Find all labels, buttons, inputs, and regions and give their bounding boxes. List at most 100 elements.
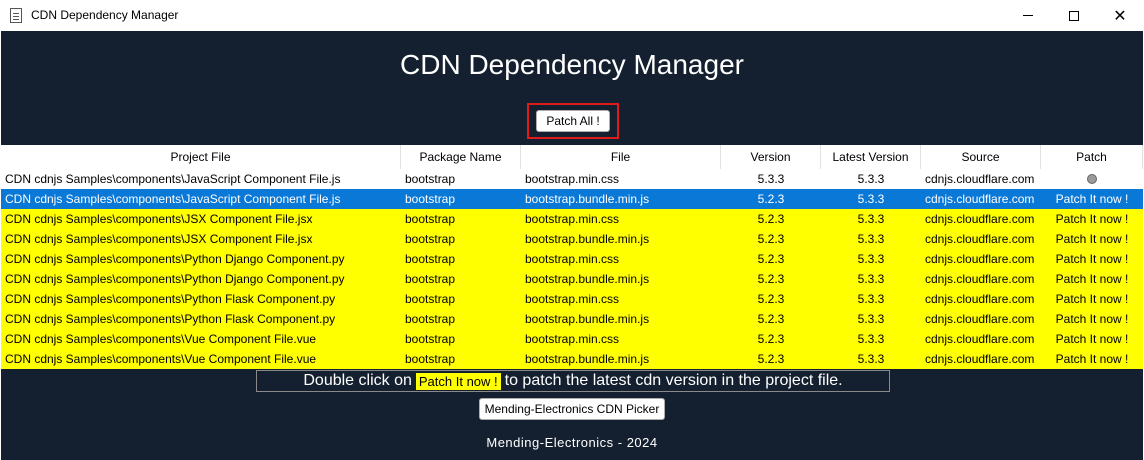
cell-source: cdnjs.cloudflare.com: [925, 312, 1035, 326]
cell-source: cdnjs.cloudflare.com: [925, 332, 1035, 346]
cell-project-file: CDN cdnjs Samples\components\Python Djan…: [5, 252, 345, 266]
app-document-icon: [10, 8, 22, 23]
status-dot-icon: [1087, 174, 1097, 185]
cell-source: cdnjs.cloudflare.com: [925, 252, 1035, 266]
cell-version: 5.2.3: [757, 272, 785, 286]
cell-package-name: bootstrap: [405, 332, 456, 346]
cell-patch[interactable]: Patch It now !: [1041, 329, 1143, 349]
column-header-patch[interactable]: Patch: [1041, 145, 1143, 169]
cell-file: bootstrap.min.css: [525, 212, 620, 226]
cell-latest-version: 5.3.3: [857, 252, 885, 266]
cell-version: 5.2.3: [757, 292, 785, 306]
cell-source: cdnjs.cloudflare.com: [925, 292, 1035, 306]
table-row[interactable]: CDN cdnjs Samples\components\Python Flas…: [1, 289, 1143, 309]
cell-version: 5.3.3: [757, 172, 785, 186]
cell-source: cdnjs.cloudflare.com: [925, 192, 1035, 206]
table-body: CDN cdnjs Samples\components\JavaScript …: [1, 169, 1143, 369]
cell-package-name: bootstrap: [405, 352, 456, 366]
table-row[interactable]: CDN cdnjs Samples\components\Vue Compone…: [1, 329, 1143, 349]
cell-project-file: CDN cdnjs Samples\components\Vue Compone…: [5, 352, 317, 366]
title-bar: CDN Dependency Manager ✕: [0, 0, 1144, 31]
cell-project-file: CDN cdnjs Samples\components\Python Djan…: [5, 272, 345, 286]
cell-patch[interactable]: Patch It now !: [1041, 309, 1143, 329]
cell-latest-version: 5.3.3: [857, 272, 885, 286]
cell-source: cdnjs.cloudflare.com: [925, 212, 1035, 226]
cell-file: bootstrap.bundle.min.js: [525, 192, 650, 206]
hint-text-after: to patch the latest cdn version in the p…: [504, 372, 843, 389]
cell-package-name: bootstrap: [405, 292, 456, 306]
minimize-button[interactable]: [1005, 0, 1051, 31]
cell-patch[interactable]: Patch It now !: [1041, 269, 1143, 289]
cell-file: bootstrap.bundle.min.js: [525, 272, 650, 286]
cell-version: 5.2.3: [757, 212, 785, 226]
cell-package-name: bootstrap: [405, 172, 456, 186]
cell-package-name: bootstrap: [405, 252, 456, 266]
cell-project-file: CDN cdnjs Samples\components\Python Flas…: [5, 292, 336, 306]
cell-project-file: CDN cdnjs Samples\components\Vue Compone…: [5, 332, 317, 346]
patch-all-button[interactable]: Patch All !: [536, 110, 610, 132]
cell-file: bootstrap.bundle.min.js: [525, 312, 650, 326]
window-title: CDN Dependency Manager: [31, 8, 179, 22]
cell-patch[interactable]: Patch It now !: [1041, 249, 1143, 269]
main-panel: CDN Dependency Manager Patch All ! Proje…: [1, 31, 1143, 460]
maximize-button[interactable]: [1051, 0, 1097, 31]
hint-patch-chip: Patch It now !: [415, 372, 501, 390]
column-header-version[interactable]: Version: [721, 145, 821, 169]
cell-version: 5.2.3: [757, 232, 785, 246]
cell-source: cdnjs.cloudflare.com: [925, 232, 1035, 246]
cell-package-name: bootstrap: [405, 312, 456, 326]
cell-file: bootstrap.min.css: [525, 332, 620, 346]
footer-credit: Mending-Electronics - 2024: [486, 435, 658, 450]
hint-text-before: Double click on: [303, 372, 412, 389]
cell-patch[interactable]: Patch It now !: [1041, 349, 1143, 369]
cell-latest-version: 5.3.3: [857, 232, 885, 246]
table-row[interactable]: CDN cdnjs Samples\components\Vue Compone…: [1, 349, 1143, 369]
patch-all-highlight: Patch All !: [527, 103, 619, 139]
cell-version: 5.2.3: [757, 332, 785, 346]
cdn-picker-button[interactable]: Mending-Electronics CDN Picker: [479, 398, 665, 420]
cell-patch[interactable]: Patch It now !: [1041, 189, 1143, 209]
close-button[interactable]: ✕: [1097, 0, 1143, 31]
cell-file: bootstrap.bundle.min.js: [525, 352, 650, 366]
maximize-icon: [1069, 10, 1079, 21]
cell-patch[interactable]: Patch It now !: [1041, 209, 1143, 229]
column-header-source[interactable]: Source: [921, 145, 1041, 169]
cell-latest-version: 5.3.3: [857, 312, 885, 326]
cell-latest-version: 5.3.3: [857, 352, 885, 366]
cell-patch[interactable]: [1041, 169, 1143, 189]
page-title: CDN Dependency Manager: [400, 49, 744, 80]
cell-project-file: CDN cdnjs Samples\components\JSX Compone…: [5, 212, 313, 226]
column-header-project-file[interactable]: Project File: [1, 145, 401, 169]
table-row[interactable]: CDN cdnjs Samples\components\Python Djan…: [1, 249, 1143, 269]
cell-latest-version: 5.3.3: [857, 292, 885, 306]
table-row[interactable]: CDN cdnjs Samples\components\Python Djan…: [1, 269, 1143, 289]
column-header-file[interactable]: File: [521, 145, 721, 169]
cell-file: bootstrap.min.css: [525, 252, 620, 266]
table-row[interactable]: CDN cdnjs Samples\components\JSX Compone…: [1, 229, 1143, 249]
cell-latest-version: 5.3.3: [857, 192, 885, 206]
column-header-package-name[interactable]: Package Name: [401, 145, 521, 169]
minimize-icon: [1023, 15, 1033, 16]
cell-package-name: bootstrap: [405, 192, 456, 206]
cell-package-name: bootstrap: [405, 232, 456, 246]
cell-project-file: CDN cdnjs Samples\components\JavaScript …: [5, 172, 341, 186]
cell-package-name: bootstrap: [405, 272, 456, 286]
cell-version: 5.2.3: [757, 352, 785, 366]
cell-latest-version: 5.3.3: [857, 172, 885, 186]
cell-version: 5.2.3: [757, 252, 785, 266]
instruction-hint: Double click on Patch It now ! to patch …: [256, 370, 890, 392]
cell-patch[interactable]: Patch It now !: [1041, 289, 1143, 309]
cell-source: cdnjs.cloudflare.com: [925, 172, 1035, 186]
cell-patch[interactable]: Patch It now !: [1041, 229, 1143, 249]
cell-version: 5.2.3: [757, 192, 785, 206]
table-row[interactable]: CDN cdnjs Samples\components\Python Flas…: [1, 309, 1143, 329]
cell-source: cdnjs.cloudflare.com: [925, 272, 1035, 286]
column-header-latest-version[interactable]: Latest Version: [821, 145, 921, 169]
table-row[interactable]: CDN cdnjs Samples\components\JavaScript …: [1, 189, 1143, 209]
table-row[interactable]: CDN cdnjs Samples\components\JSX Compone…: [1, 209, 1143, 229]
table-row[interactable]: CDN cdnjs Samples\components\JavaScript …: [1, 169, 1143, 189]
cell-source: cdnjs.cloudflare.com: [925, 352, 1035, 366]
table-header: Project File Package Name File Version L…: [1, 145, 1143, 169]
cell-latest-version: 5.3.3: [857, 212, 885, 226]
dependency-table: Project File Package Name File Version L…: [1, 145, 1143, 369]
